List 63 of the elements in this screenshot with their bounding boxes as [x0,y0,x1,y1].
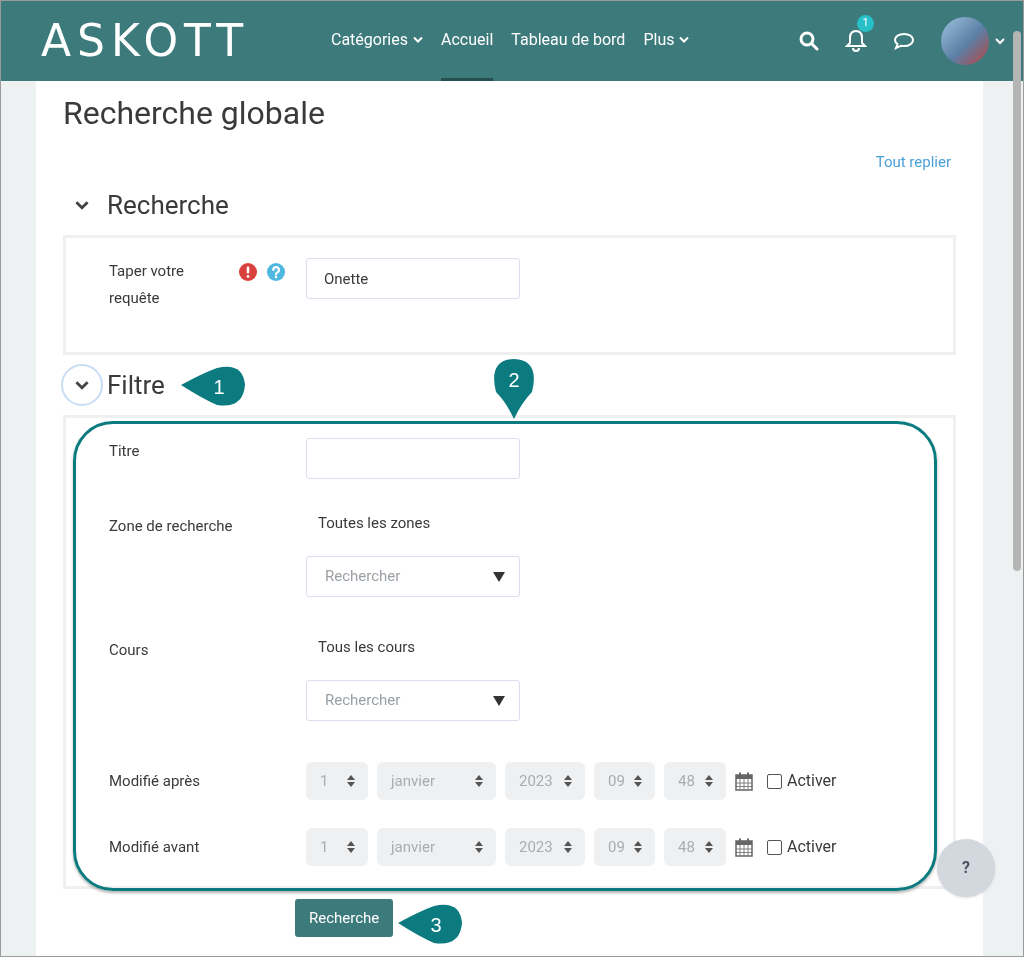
sort-arrows-icon [633,774,643,788]
scrollbar[interactable] [1013,31,1021,571]
date-select[interactable]: 2023 [505,828,585,866]
sort-arrows-icon [474,840,484,854]
text-input[interactable]: Onette [306,258,520,299]
checkbox-label: Activer [787,770,837,792]
field-label: Modifié après [109,770,201,792]
dropdown-arrow-icon [493,695,505,706]
sort-arrows-icon [563,840,573,854]
callout-marker: 1 [181,365,247,409]
dropdown-arrow-icon [493,571,505,582]
checkbox[interactable] [767,839,782,855]
page-title: Recherche globale [63,93,326,134]
field-label: Zone de recherche [109,516,234,537]
selection-text: Toutes les zones [317,513,432,533]
calendar-icon[interactable] [735,771,753,791]
logo[interactable]: ASKOTT [41,15,250,66]
notification-badge: 1 [857,15,874,32]
section-title: Recherche [107,188,229,222]
chevron-down-icon[interactable] [995,37,1005,45]
date-select[interactable]: 09 [594,762,655,800]
sort-arrows-icon [346,840,356,854]
nav-link[interactable]: Catégories [331,1,423,81]
checkbox[interactable] [767,773,782,789]
collapse-toggle[interactable] [61,364,103,406]
search-button[interactable]: Recherche [295,899,394,937]
field-label: Titre [109,441,141,462]
text-input[interactable] [306,438,520,479]
sort-arrows-icon [563,774,573,788]
chevron-down-icon[interactable] [413,36,423,43]
field-label: Modifié avant [109,836,201,858]
collapse-all-link[interactable]: Tout replier [875,151,951,175]
date-select[interactable]: 2023 [505,762,585,800]
sort-arrows-icon [704,840,714,854]
chevron-down-icon [75,380,89,390]
sort-arrows-icon [704,774,714,788]
search-icon[interactable] [799,31,819,51]
search-select[interactable]: Rechercher [306,556,520,597]
chevron-down-icon[interactable] [679,36,690,43]
sort-arrows-icon [474,774,484,788]
date-select[interactable]: janvier [377,762,496,800]
date-select[interactable]: 09 [594,828,655,866]
date-select[interactable]: 48 [664,762,726,800]
calendar-icon[interactable] [735,837,753,857]
selection-text: Tous les cours [317,637,417,657]
nav-link[interactable]: Tableau de bord [511,1,626,81]
sort-arrows-icon [633,840,643,854]
date-select[interactable]: janvier [377,828,496,866]
chevron-down-icon [75,200,89,210]
date-select[interactable]: 1 [306,828,368,866]
bell-icon[interactable] [845,29,867,53]
sort-arrows-icon [346,774,356,788]
chat-bubble-icon[interactable] [893,31,915,51]
nav-link[interactable]: Plus [643,1,690,81]
section-title: Filtre [107,368,165,402]
date-select[interactable]: 1 [306,762,368,800]
field-label: Cours [109,640,150,661]
date-select[interactable]: 48 [664,828,726,866]
field-label: Taper votre requête [109,261,185,309]
callout-marker: 2 [491,358,537,420]
callout-marker: 3 [398,903,464,947]
checkbox-label: Activer [787,836,837,858]
search-select[interactable]: Rechercher [306,680,520,721]
